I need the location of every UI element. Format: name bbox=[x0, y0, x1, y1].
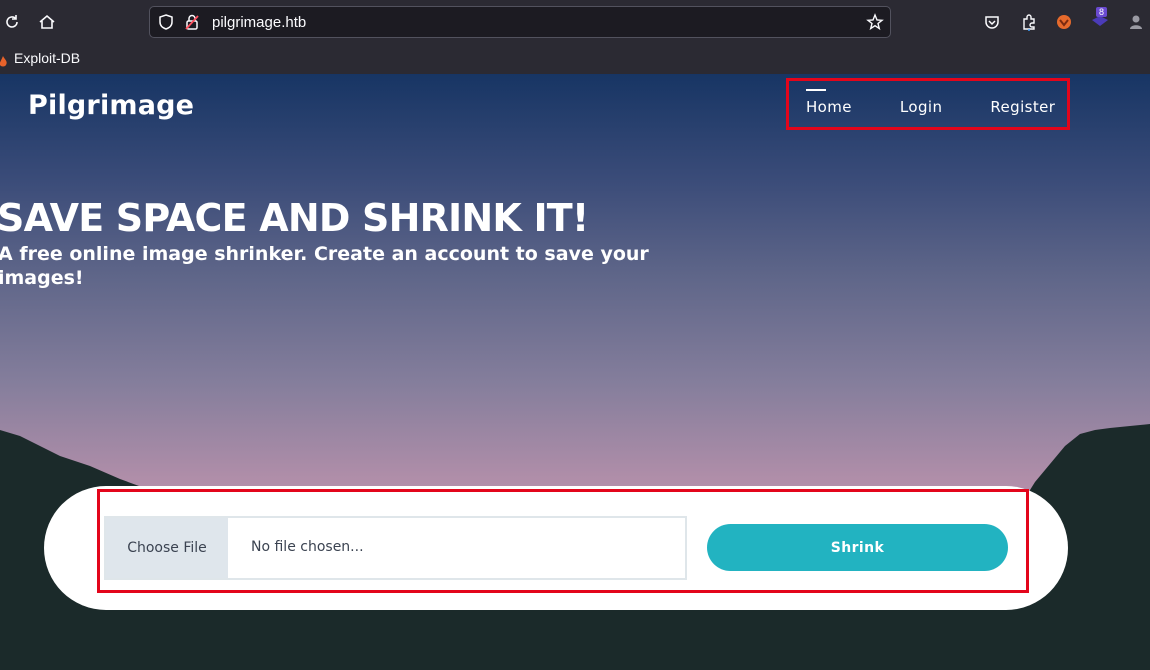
insecure-lock-icon[interactable] bbox=[182, 12, 202, 32]
extension-badge-count: 8 bbox=[1096, 7, 1108, 17]
home-button[interactable] bbox=[35, 10, 59, 34]
upload-highlight-box bbox=[97, 489, 1029, 593]
page-viewport: Pilgrimage Home Login Register SAVE SPAC… bbox=[0, 74, 1150, 670]
home-icon bbox=[39, 14, 55, 29]
hero-subtitle: A free online image shrinker. Create an … bbox=[0, 243, 649, 289]
extension-badge-icon[interactable]: 8 bbox=[1090, 7, 1110, 30]
extensions-icon[interactable] bbox=[1019, 12, 1039, 32]
account-icon[interactable] bbox=[1126, 12, 1146, 32]
nav-highlight-box bbox=[786, 78, 1070, 130]
address-bar[interactable]: pilgrimage.htb bbox=[149, 6, 891, 38]
shield-icon[interactable] bbox=[156, 12, 176, 32]
bookmark-exploit-db[interactable]: Exploit-DB bbox=[14, 50, 80, 66]
hero-title: SAVE SPACE AND SHRINK IT! bbox=[0, 196, 589, 240]
foxyproxy-icon[interactable] bbox=[1054, 12, 1074, 32]
reload-button[interactable] bbox=[0, 10, 24, 34]
site-brand[interactable]: Pilgrimage bbox=[28, 90, 194, 121]
browser-chrome: pilgrimage.htb 8 Exploit-DB bbox=[0, 0, 1150, 75]
url-text[interactable]: pilgrimage.htb bbox=[212, 14, 306, 31]
reload-icon bbox=[6, 15, 18, 28]
exploit-db-icon bbox=[0, 53, 8, 72]
bookmark-star-icon[interactable] bbox=[865, 12, 885, 32]
bookmarks-toolbar: Exploit-DB bbox=[0, 44, 1150, 73]
pocket-icon[interactable] bbox=[982, 12, 1002, 32]
